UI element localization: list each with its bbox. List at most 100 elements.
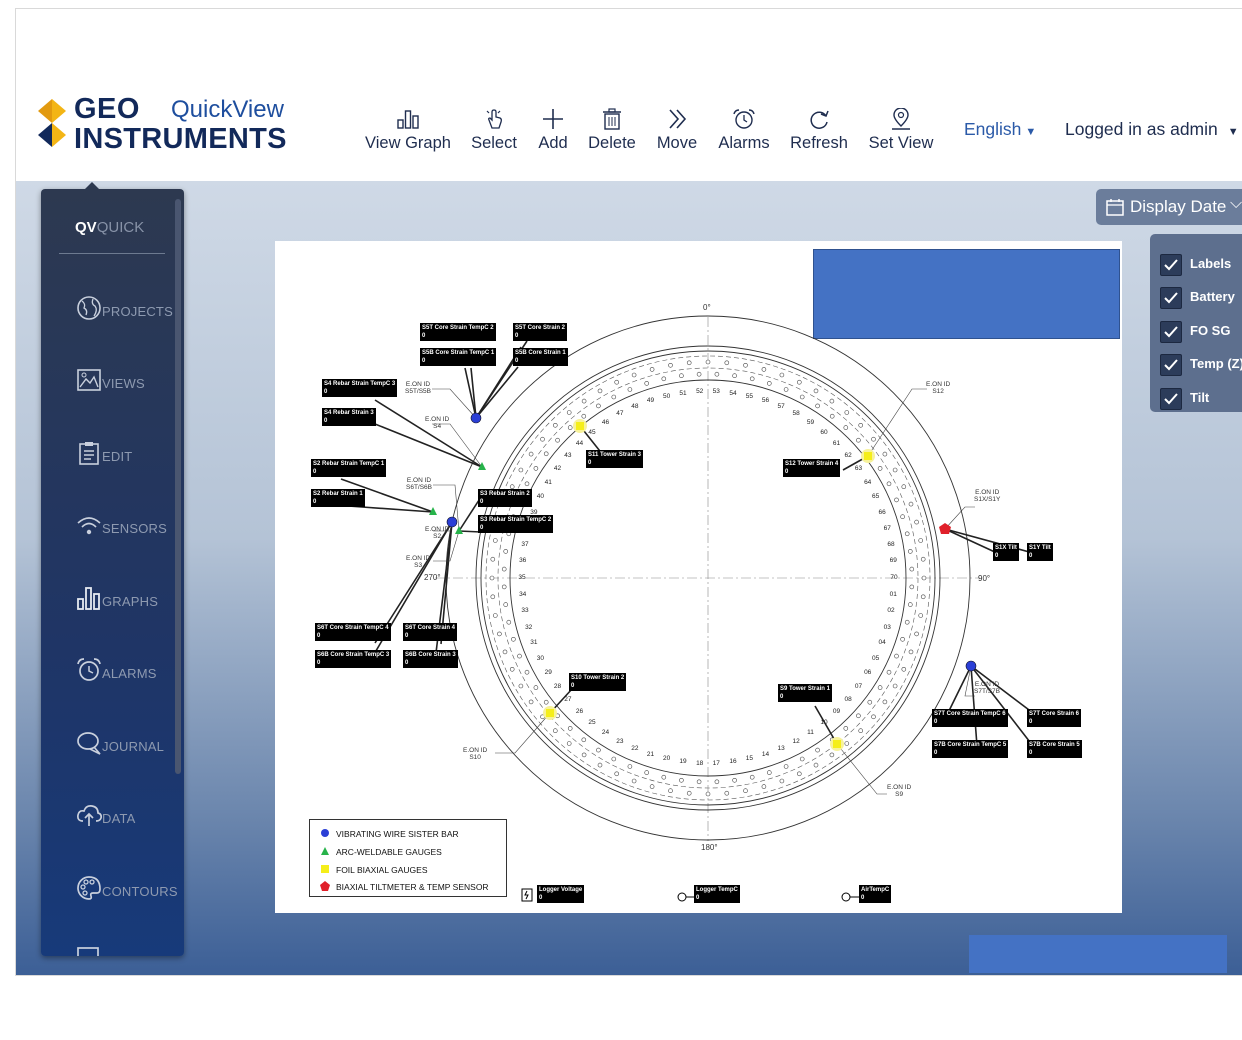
toolbar-move-button[interactable]: Move: [654, 108, 700, 164]
sensor-label[interactable]: S2 Rebar Strain 1 0: [311, 489, 365, 507]
checkbox[interactable]: [1160, 388, 1182, 410]
logger-voltage-label[interactable]: Logger Voltage 0: [537, 885, 585, 903]
sensor-label[interactable]: S5B Core Strain 1 0: [513, 348, 568, 366]
sidebar-item-contours[interactable]: CONTOURS: [76, 875, 186, 905]
bolt-hole-number: 46: [601, 418, 610, 426]
sensor-label[interactable]: S6T Core Strain 4 0: [403, 623, 458, 641]
bolt-hole-number: 30: [536, 654, 544, 662]
sensor-label[interactable]: S7T Core Strain TempC 6 0: [932, 709, 1008, 727]
eon-id-line2: S6T/S6B: [406, 484, 433, 491]
bolt-hole: [533, 685, 539, 690]
sensor-label[interactable]: S6T Core Strain TempC 4 0: [315, 623, 391, 641]
bolt-hole: [732, 777, 737, 783]
document-icon: [77, 947, 99, 956]
sensor-label[interactable]: S4 Rebar Strain 3 0: [322, 408, 376, 426]
sensor-label[interactable]: S6B Core Strain 3 0: [403, 650, 458, 668]
sensor-label[interactable]: S5B Core Strain TempC 1 0: [420, 348, 497, 366]
bolt-hole: [511, 636, 516, 642]
sensor-name: S4 Rebar Strain TempC 3: [324, 381, 396, 387]
sensor-value: 0: [539, 895, 543, 901]
sensor-label[interactable]: S12 Tower Strain 4 0: [783, 459, 841, 477]
sensor-label[interactable]: S6B Core Strain TempC 3 0: [315, 650, 392, 668]
site-drawing[interactable]: 0° 90° 180° 270° 50 51 52 53 54 55 56 57 58 59 60 6…: [275, 241, 1122, 913]
sidebar-item-partial[interactable]: [76, 944, 186, 956]
checkbox[interactable]: [1160, 354, 1182, 376]
sensor-label[interactable]: S10 Tower Strain 2 0: [569, 673, 627, 691]
sensor-value: 0: [588, 460, 592, 466]
bar-chart-icon: [77, 587, 100, 610]
toolbar-view-graph-button[interactable]: View Graph: [363, 108, 453, 164]
sidebar-item-edit[interactable]: EDIT: [76, 440, 186, 470]
eon-id-line1: E.ON ID: [975, 489, 1000, 496]
display-date-button[interactable]: Display Date ⌵: [1096, 189, 1242, 225]
sidebar-item-data[interactable]: DATA: [76, 802, 186, 832]
checkbox[interactable]: [1160, 287, 1182, 309]
sidebar-item-sensors[interactable]: SENSORS: [76, 512, 186, 542]
toolbar-delete-button[interactable]: Delete: [584, 108, 640, 164]
language-dropdown[interactable]: English ▼: [964, 119, 1036, 140]
airtempc-label[interactable]: AirTempC 0: [859, 885, 892, 903]
sensor-label[interactable]: S5T Core Strain 2 0: [513, 323, 568, 341]
bolt-hole: [581, 752, 587, 758]
layer-toggle-fo-sg[interactable]: FO SG: [1160, 321, 1242, 343]
bolt-hole: [611, 394, 617, 400]
toolbar-select-button[interactable]: Select: [467, 108, 521, 164]
eon-id-label: E.ON ID S4: [425, 416, 449, 430]
sensor-label[interactable]: S7T Core Strain 6 0: [1027, 709, 1082, 727]
sidebar-item-views[interactable]: VIEWS: [76, 367, 186, 397]
bolt-hole-number: 28: [553, 683, 562, 691]
sensor-name: S5B Core Strain 1: [515, 350, 566, 356]
sensor-label[interactable]: S3 Rebar Strain 2 0: [478, 489, 532, 507]
sensor-label[interactable]: S9 Tower Strain 1 0: [778, 684, 832, 702]
bolt-hole: [668, 363, 673, 368]
toolbar-add-button[interactable]: Add: [532, 108, 574, 164]
toolbar-refresh-button[interactable]: Refresh: [788, 108, 850, 164]
sidebar-label: PROJECTS: [102, 304, 173, 319]
sensor-label[interactable]: S11 Tower Strain 3 0: [586, 450, 643, 468]
toolbar-set-view-button[interactable]: Set View: [865, 108, 937, 164]
logger-tempc-label[interactable]: Logger TempC 0: [694, 885, 740, 903]
eon-id-label: E.ON ID S10: [463, 747, 487, 761]
bolt-hole: [908, 501, 914, 507]
sensor-value: 0: [861, 895, 865, 901]
layer-toggle-temp[interactable]: Temp (Z): [1160, 354, 1242, 376]
bolt-hole: [843, 425, 849, 430]
bolt-hole: [907, 549, 913, 554]
sidebar-title: QVQUICK: [75, 219, 144, 236]
sidebar-item-alarms[interactable]: ALARMS: [76, 657, 186, 687]
bolt-hole: [679, 373, 684, 378]
bolt-hole: [858, 423, 864, 428]
sensor-name: S11 Tower Strain 3: [588, 452, 641, 458]
bolt-hole: [528, 451, 534, 457]
bolt-hole: [649, 367, 655, 372]
toolbar-alarms-button[interactable]: Alarms: [714, 108, 774, 164]
checkbox[interactable]: [1160, 321, 1182, 343]
bolt-hole: [493, 613, 498, 618]
sensor-label[interactable]: S3 Rebar Strain TempC 2 0: [478, 515, 554, 533]
sensor-label[interactable]: S5T Core Strain TempC 2 0: [420, 323, 496, 341]
chevron-down-icon: ⌵: [1230, 195, 1242, 212]
sidebar-label: ALARMS: [102, 666, 157, 681]
cloud-upload-icon: [77, 805, 102, 826]
sensor-label[interactable]: S1Y Tilt 0: [1027, 543, 1053, 561]
sidebar-item-projects[interactable]: PROJECTS: [76, 295, 186, 325]
bolt-hole-number: 08: [844, 696, 852, 704]
sensor-label[interactable]: S7B Core Strain 5 0: [1027, 740, 1082, 758]
wifi-icon: [77, 517, 101, 535]
user-dropdown[interactable]: Logged in as admin ▼: [1065, 119, 1239, 140]
sensor-label[interactable]: S1X Tilt 0: [993, 543, 1019, 561]
sensor-label[interactable]: S7B Core Strain TempC 5 0: [932, 740, 1009, 758]
sidebar-item-graphs[interactable]: GRAPHS: [76, 585, 186, 615]
layer-toggle-tilt[interactable]: Tilt: [1160, 388, 1242, 410]
checkbox[interactable]: [1160, 254, 1182, 276]
bolt-hole: [552, 423, 558, 428]
sidebar-item-journal[interactable]: JOURNAL: [76, 730, 186, 760]
sensor-label[interactable]: S2 Rebar Strain TempC 1 0: [311, 459, 387, 477]
geo-instruments-logo[interactable]: GEO QuickView INSTRUMENTS: [38, 93, 328, 163]
bolt-hole: [714, 779, 720, 785]
sidebar-scrollbar[interactable]: [175, 199, 181, 774]
layer-toggle-labels[interactable]: Labels: [1160, 254, 1242, 276]
layer-toggle-battery[interactable]: Battery: [1160, 287, 1242, 309]
sensor-label[interactable]: S4 Rebar Strain TempC 3 0: [322, 379, 398, 397]
sidebar-label: DATA: [102, 811, 136, 826]
